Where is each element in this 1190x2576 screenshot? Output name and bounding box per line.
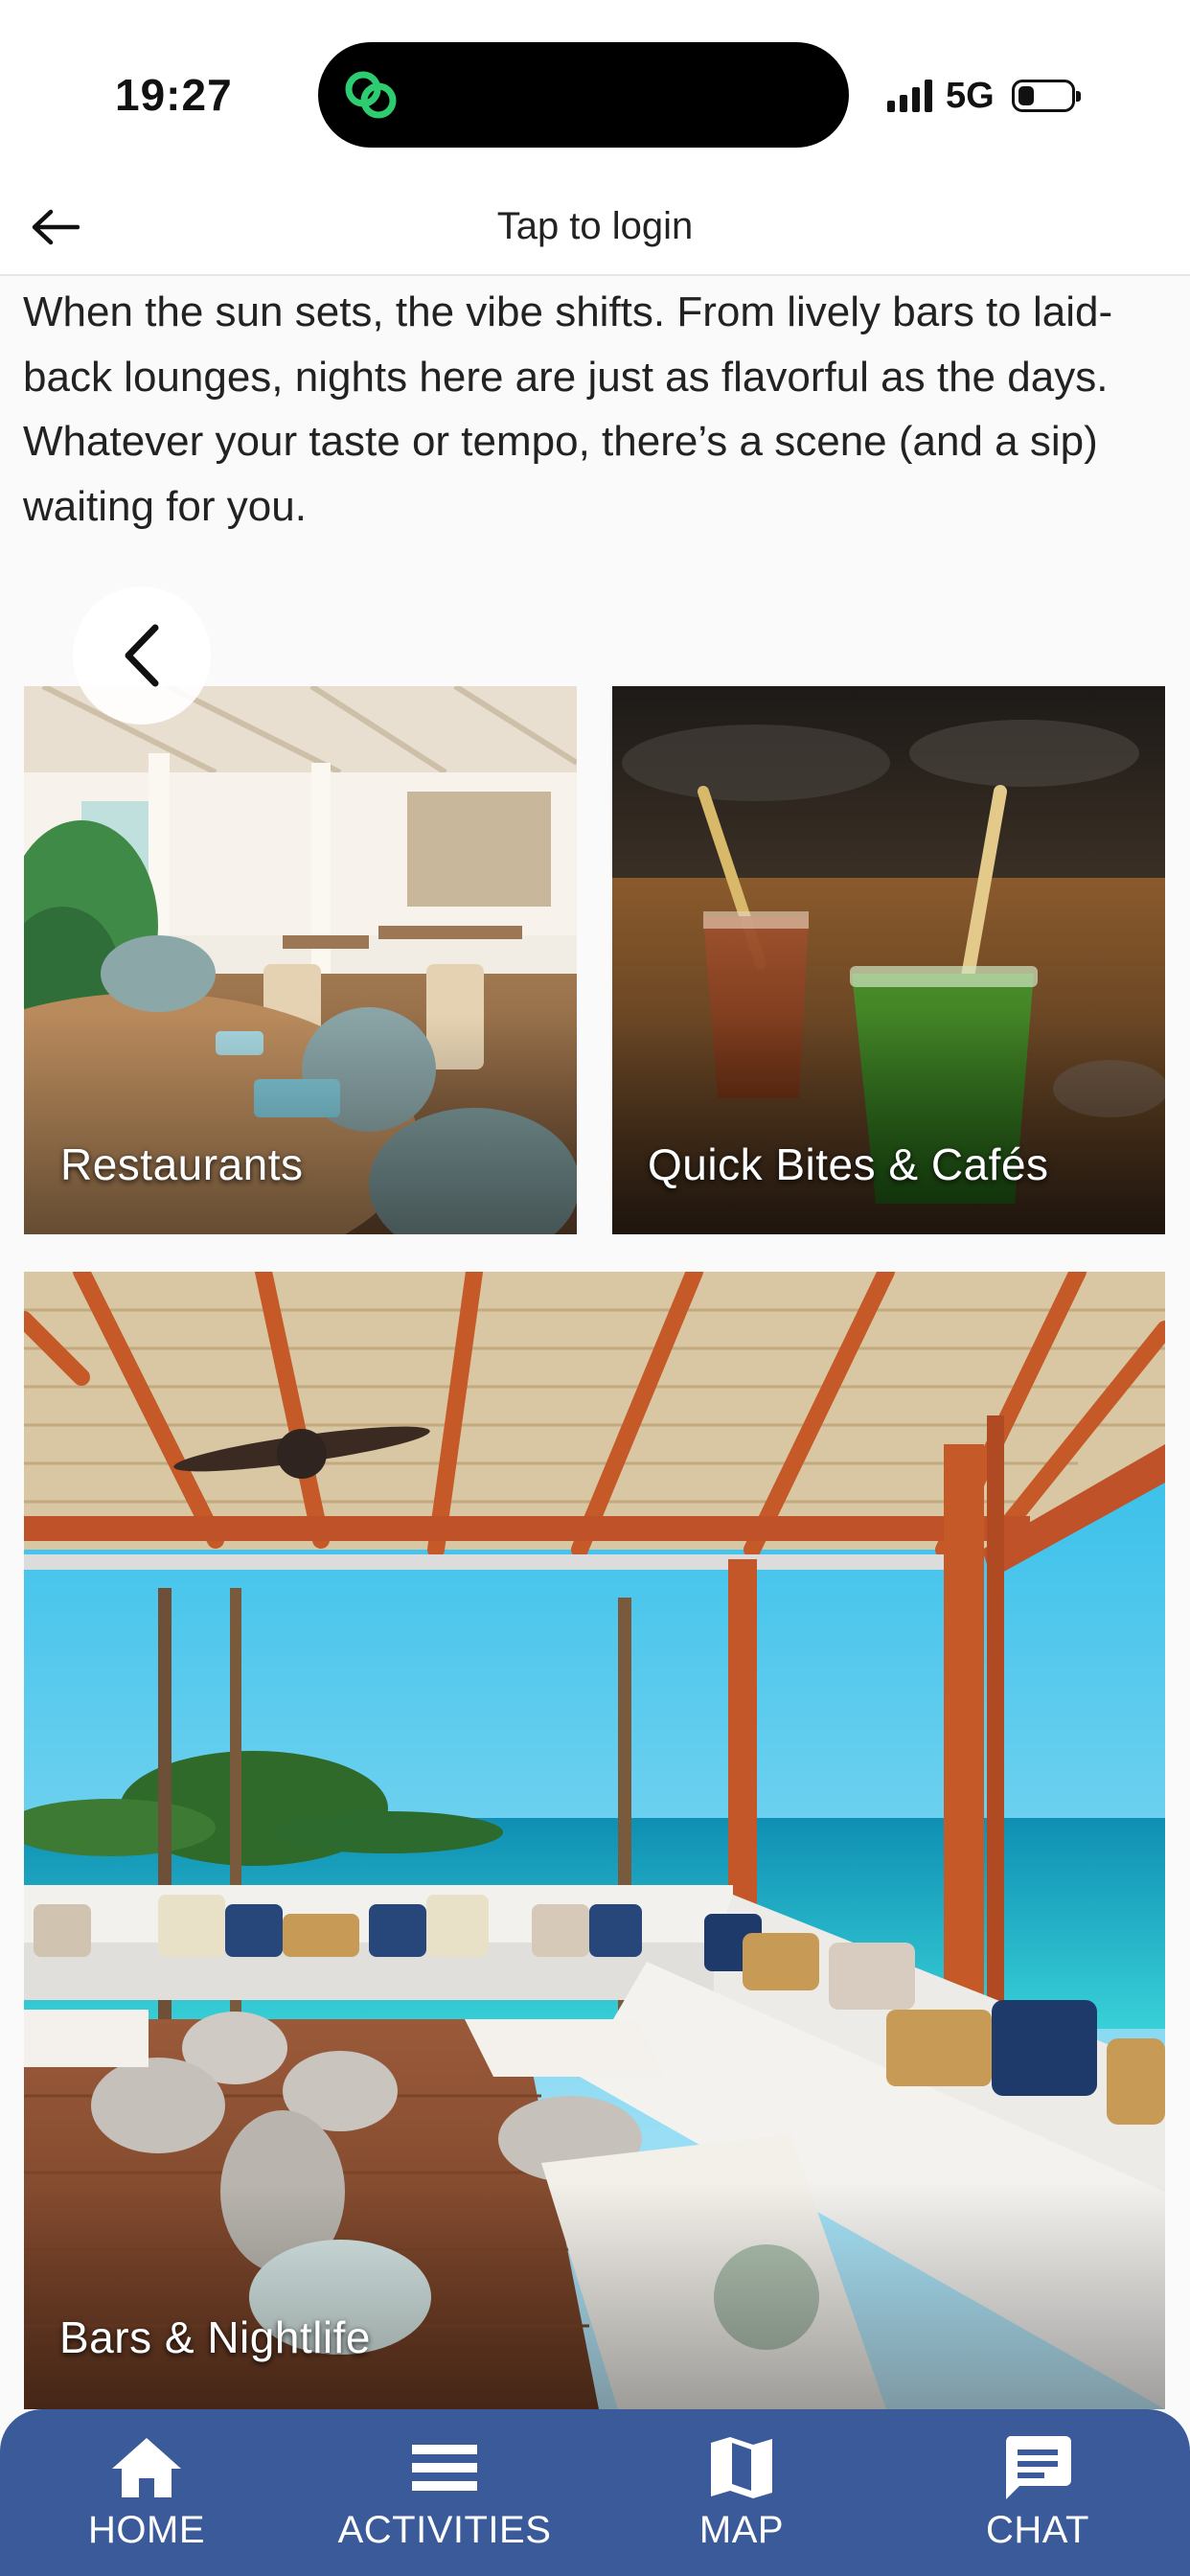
carousel-prev-button[interactable] bbox=[73, 586, 211, 724]
network-type: 5G bbox=[946, 75, 995, 116]
map-icon bbox=[711, 2437, 772, 2498]
chat-icon bbox=[1005, 2436, 1071, 2499]
login-prompt[interactable]: Tap to login bbox=[0, 205, 1190, 248]
signal-icon bbox=[887, 80, 932, 112]
nav-map[interactable]: MAP bbox=[665, 2409, 818, 2576]
menu-icon bbox=[412, 2445, 477, 2491]
battery-icon bbox=[1011, 80, 1081, 112]
app-header: Tap to login bbox=[0, 182, 1190, 276]
battery-level bbox=[1018, 86, 1034, 105]
link-chain-icon bbox=[345, 71, 397, 119]
home-icon bbox=[112, 2438, 181, 2497]
nav-activities[interactable]: ACTIVITIES bbox=[322, 2409, 567, 2576]
tile-label-bars-nightlife: Bars & Nightlife bbox=[59, 2312, 372, 2362]
nav-home[interactable]: HOME bbox=[60, 2409, 233, 2576]
tile-label-restaurants: Restaurants bbox=[60, 1139, 304, 1189]
tile-label-quick-bites-cafes: Quick Bites & Cafés bbox=[648, 1139, 1049, 1189]
chevron-left-icon bbox=[125, 624, 159, 687]
nav-label-activities: ACTIVITIES bbox=[337, 2509, 552, 2551]
status-bar: 19:27 5G bbox=[0, 0, 1190, 182]
intro-text: When the sun sets, the vibe shifts. From… bbox=[23, 288, 1113, 530]
status-indicators: 5G bbox=[887, 75, 1081, 117]
nav-chat[interactable]: CHAT bbox=[961, 2409, 1114, 2576]
dynamic-island bbox=[318, 42, 849, 148]
tile-restaurants[interactable]: Restaurants bbox=[24, 686, 577, 1234]
status-time: 19:27 bbox=[115, 70, 233, 120]
nav-label-map: MAP bbox=[698, 2509, 785, 2551]
bottom-navigation: HOME ACTIVITIES MAP CHAT bbox=[0, 2409, 1190, 2576]
nav-label-chat: CHAT bbox=[986, 2509, 1089, 2551]
beach-lounge-photo bbox=[24, 1272, 1165, 2409]
tile-bars-nightlife[interactable]: Bars & Nightlife bbox=[24, 1272, 1165, 2409]
tile-quick-bites-cafes[interactable]: Quick Bites & Cafés bbox=[612, 686, 1165, 1234]
nav-label-home: HOME bbox=[88, 2509, 205, 2551]
